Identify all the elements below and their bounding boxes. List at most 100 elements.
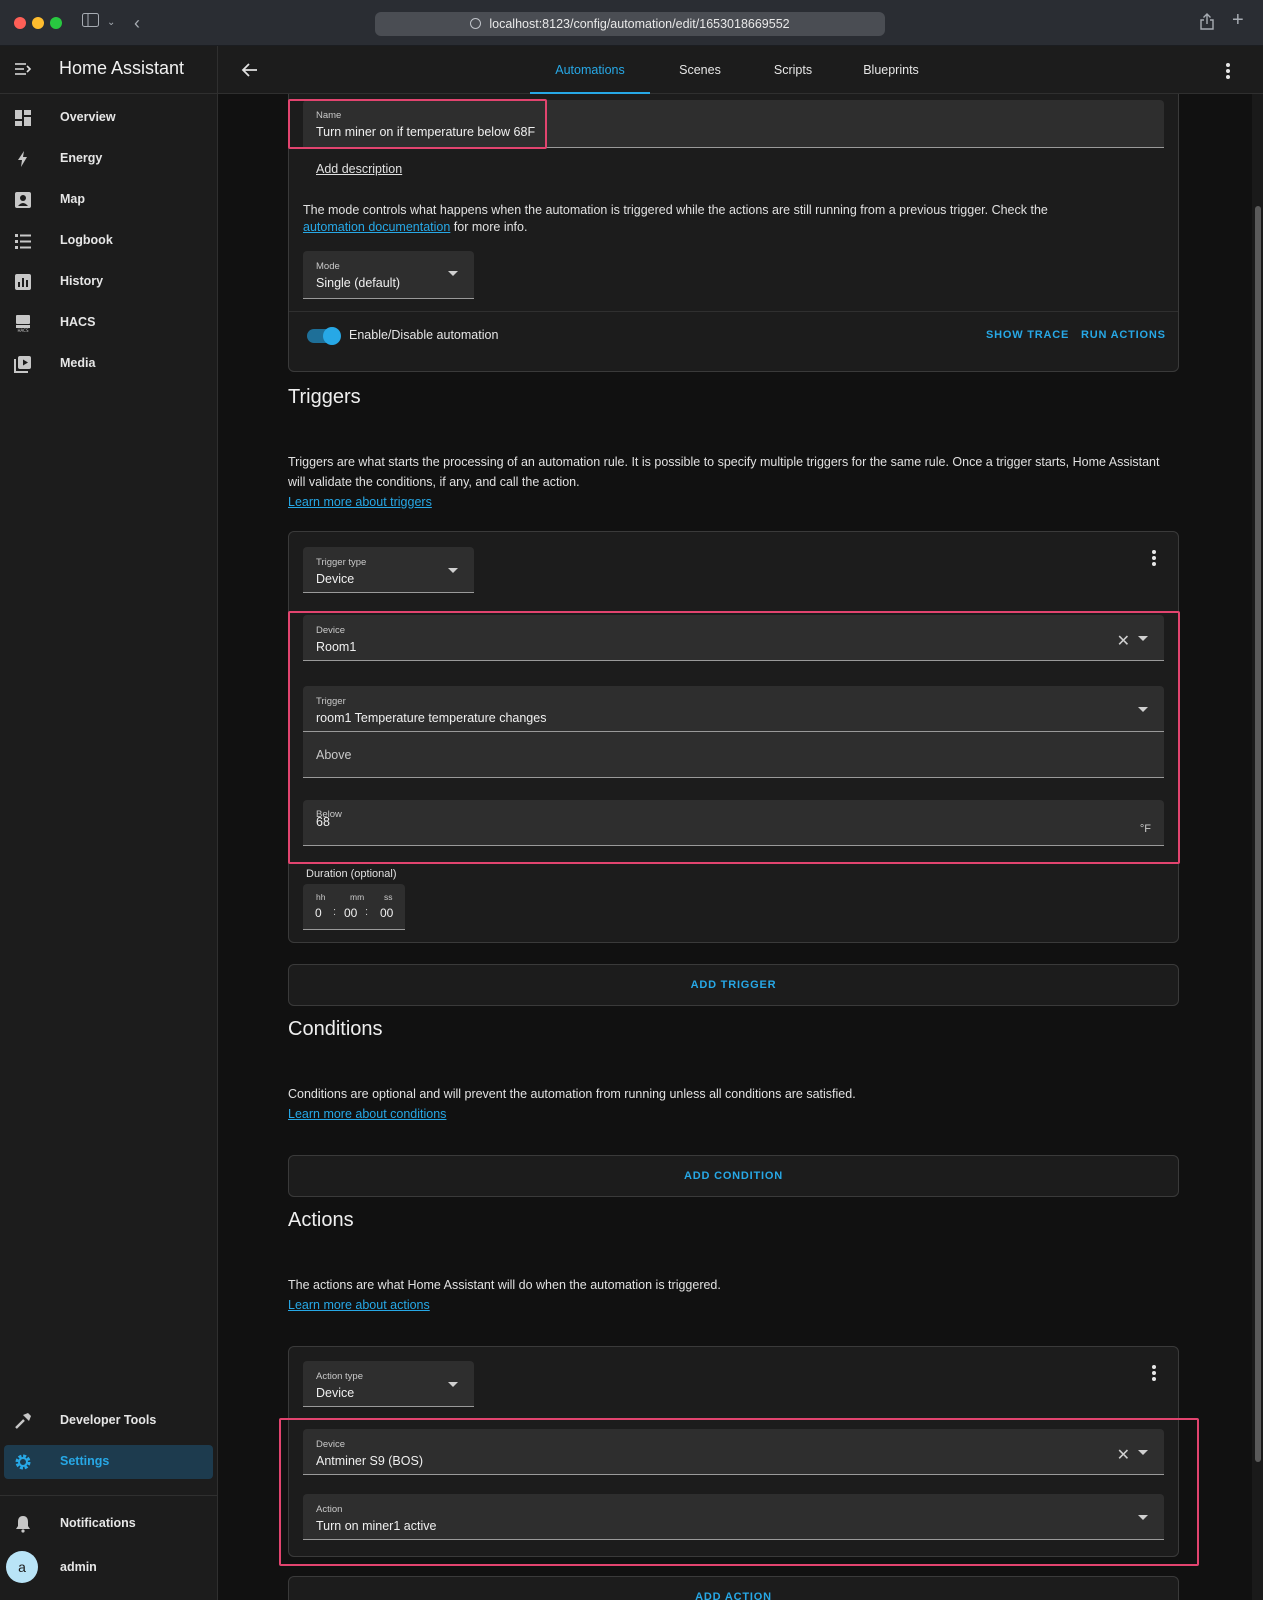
trigger-menu-icon[interactable] (1152, 550, 1156, 568)
menu-collapse-icon[interactable] (14, 60, 32, 78)
conditions-heading: Conditions (288, 1018, 383, 1040)
back-arrow-icon[interactable] (240, 60, 260, 80)
sidebar-title: Home Assistant (59, 58, 185, 78)
time-separator: : (333, 906, 337, 918)
chevron-down-icon (1138, 1515, 1148, 1520)
sidebar-item-energy[interactable]: Energy (4, 142, 213, 176)
mode-label: Mode (316, 261, 340, 272)
sidebar-item-label: Settings (60, 1454, 110, 1468)
zoom-window-button[interactable] (50, 17, 62, 29)
user-name[interactable]: admin (60, 1560, 97, 1574)
trigger-type-label: Trigger type (316, 557, 367, 568)
sidebar-item-settings[interactable]: Settings (4, 1445, 213, 1479)
hacs-icon: HACS (16, 315, 30, 332)
learn-more-conditions-link[interactable]: Learn more about conditions (288, 1104, 446, 1124)
trigger-device-select[interactable]: Device Room1 ✕ (303, 615, 1164, 661)
sidebar-item-notifications[interactable]: Notifications (4, 1507, 213, 1541)
sidebar-item-label: Notifications (60, 1516, 136, 1530)
mode-description: The mode controls what happens when the … (303, 202, 1103, 236)
add-description-link[interactable]: Add description (316, 162, 402, 176)
scrollbar-thumb[interactable] (1255, 206, 1261, 1462)
show-trace-button[interactable]: SHOW TRACE (986, 329, 1069, 341)
app-header: Automations Scenes Scripts Blueprints (218, 46, 1263, 94)
sidebar-item-media[interactable]: Media (4, 347, 213, 381)
action-card: Action type Device Device Antminer S9 (B… (288, 1346, 1179, 1557)
close-window-button[interactable] (14, 17, 26, 29)
trigger-select[interactable]: Trigger room1 Temperature temperature ch… (303, 686, 1164, 732)
add-trigger-button[interactable]: ADD TRIGGER (288, 964, 1179, 1006)
sidebar-item-history[interactable]: History (4, 265, 213, 299)
learn-more-actions-link[interactable]: Learn more about actions (288, 1295, 430, 1315)
seconds-value[interactable]: 00 (380, 906, 393, 920)
run-actions-button[interactable]: RUN ACTIONS (1081, 329, 1166, 341)
minimize-window-button[interactable] (32, 17, 44, 29)
actions-heading: Actions (288, 1209, 354, 1231)
trigger-type-select[interactable]: Trigger type Device (303, 547, 474, 593)
enable-label: Enable/Disable automation (349, 328, 499, 342)
trigger-type-value: Device (316, 572, 355, 586)
action-menu-icon[interactable] (1152, 1365, 1156, 1383)
action-value: Turn on miner1 active (316, 1519, 437, 1533)
tab-scripts[interactable]: Scripts (750, 46, 836, 94)
sidebar-item-label: Map (60, 192, 85, 206)
hours-value[interactable]: 0 (315, 906, 322, 920)
tab-automations[interactable]: Automations (530, 46, 650, 94)
device-value: Room1 (316, 640, 357, 654)
mode-select[interactable]: Mode Single (default) (303, 251, 474, 299)
new-tab-icon[interactable]: + (1232, 10, 1244, 30)
sidebar-item-label: Media (60, 356, 96, 370)
sidebar-item-hacs[interactable]: HACS HACS (4, 306, 213, 340)
tab-blueprints[interactable]: Blueprints (836, 46, 946, 94)
sidebar-item-label: HACS (60, 315, 96, 329)
avatar[interactable]: a (6, 1551, 38, 1583)
name-value: Turn miner on if temperature below 68F (316, 125, 536, 139)
add-action-button[interactable]: ADD ACTION (288, 1576, 1179, 1600)
scrollbar[interactable] (1252, 94, 1263, 1600)
sidebar-item-label: History (60, 274, 104, 288)
sidebar-toggle-icon[interactable] (82, 13, 99, 33)
name-label: Name (316, 110, 342, 121)
mode-value: Single (default) (316, 276, 401, 290)
clear-icon[interactable]: ✕ (1117, 1445, 1130, 1465)
chevron-down-icon (1138, 1450, 1148, 1455)
actions-description: The actions are what Home Assistant will… (288, 1278, 721, 1292)
sidebar-item-map[interactable]: Map (4, 183, 213, 217)
overflow-menu-icon[interactable] (1226, 63, 1230, 81)
action-type-value: Device (316, 1386, 355, 1400)
clear-icon[interactable]: ✕ (1117, 631, 1130, 651)
seconds-label: ss (384, 892, 393, 902)
chevron-down-icon[interactable]: ⌄ (107, 13, 115, 33)
below-input[interactable]: Below 68 °F (303, 800, 1164, 846)
above-input[interactable]: Above (303, 732, 1164, 778)
sidebar-header: Home Assistant (0, 46, 217, 94)
above-label: Above (316, 748, 352, 762)
device-label: Device (316, 1439, 346, 1450)
dashboard-icon (15, 110, 31, 126)
hammer-icon (15, 1413, 31, 1429)
automation-documentation-link[interactable]: automation documentation (303, 220, 450, 234)
sidebar-item-logbook[interactable]: Logbook (4, 224, 213, 258)
action-type-select[interactable]: Action type Device (303, 1361, 474, 1407)
enable-toggle[interactable] (307, 325, 341, 347)
share-icon[interactable] (1200, 13, 1214, 36)
duration-input[interactable]: hh mm ss 0 : 00 : 00 (303, 884, 405, 930)
action-device-select[interactable]: Device Antminer S9 (BOS) ✕ (303, 1429, 1164, 1475)
chevron-down-icon (1138, 707, 1148, 712)
minutes-label: mm (350, 892, 365, 902)
below-value: 68 (316, 815, 330, 829)
tab-scenes[interactable]: Scenes (650, 46, 750, 94)
name-field[interactable]: Name Turn miner on if temperature below … (303, 100, 1164, 148)
address-bar[interactable]: localhost:8123/config/automation/edit/16… (375, 12, 885, 36)
sidebar-divider (0, 1495, 218, 1496)
add-condition-button[interactable]: ADD CONDITION (288, 1155, 1179, 1197)
mode-description-text-end: for more info. (450, 220, 528, 234)
sidebar-item-label: Developer Tools (60, 1413, 157, 1427)
triggers-description: Triggers are what starts the processing … (288, 455, 1160, 489)
browser-back-icon[interactable]: ‹ (134, 13, 140, 33)
automation-editor: Name Turn miner on if temperature below … (218, 94, 1250, 1600)
action-select[interactable]: Action Turn on miner1 active (303, 1494, 1164, 1540)
sidebar-item-overview[interactable]: Overview (4, 101, 213, 135)
learn-more-triggers-link[interactable]: Learn more about triggers (288, 492, 432, 512)
minutes-value[interactable]: 00 (344, 906, 357, 920)
sidebar-item-developer-tools[interactable]: Developer Tools (4, 1404, 213, 1438)
